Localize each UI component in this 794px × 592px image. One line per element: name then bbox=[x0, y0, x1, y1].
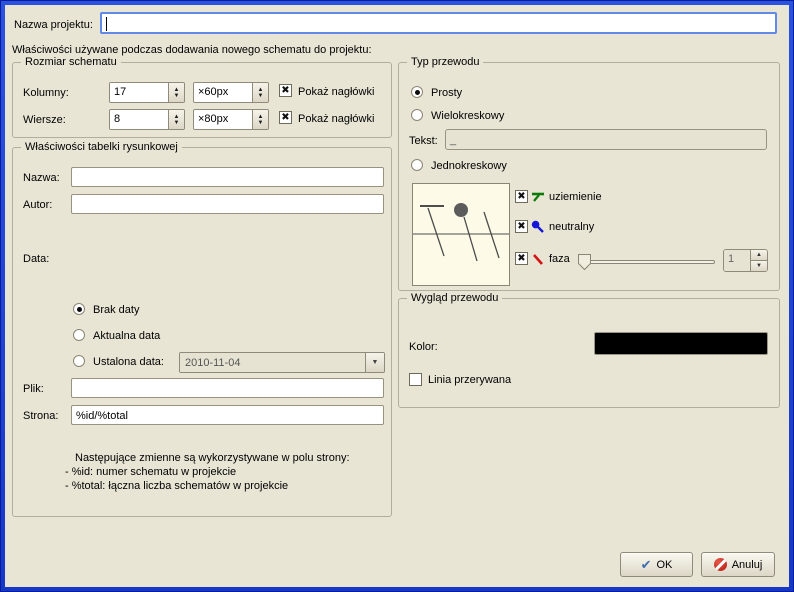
radio-fixed-date[interactable] bbox=[73, 355, 85, 367]
rows-height-spin-buttons[interactable]: ▲ ▼ bbox=[252, 110, 268, 129]
titleblock-date-label: Data: bbox=[23, 252, 49, 266]
columns-count-value: 17 bbox=[110, 83, 168, 102]
columns-count-spin-buttons[interactable]: ▲ ▼ bbox=[168, 83, 184, 102]
titleblock-name-input[interactable] bbox=[71, 167, 384, 187]
spin-down-icon[interactable]: ▼ bbox=[258, 93, 264, 99]
titleblock-group: Właściwości tabelki rysunkowej Nazwa: Au… bbox=[12, 147, 392, 517]
conductor-text-value: _ bbox=[450, 134, 456, 146]
cancel-icon bbox=[714, 558, 727, 571]
cancel-button-label: Anuluj bbox=[732, 559, 763, 571]
spin-up-icon[interactable]: ▲ bbox=[751, 250, 767, 261]
rows-height-spinbox[interactable]: ×80px ▲ ▼ bbox=[193, 109, 269, 130]
neutral-checkbox[interactable]: ✖ bbox=[515, 220, 528, 233]
color-label: Kolor: bbox=[409, 340, 438, 354]
neutral-label[interactable]: neutralny bbox=[549, 220, 594, 234]
radio-simple-conductor[interactable] bbox=[411, 86, 423, 98]
dashed-line-label[interactable]: Linia przerywana bbox=[428, 373, 511, 387]
page-label: Strona: bbox=[23, 409, 58, 423]
columns-width-spinbox[interactable]: ×60px ▲ ▼ bbox=[193, 82, 269, 103]
page-value: %id/%total bbox=[76, 410, 128, 422]
columns-label: Kolumny: bbox=[23, 86, 69, 100]
radio-simple-label[interactable]: Prosty bbox=[431, 86, 462, 100]
neutral-icon bbox=[531, 220, 545, 234]
project-name-input[interactable] bbox=[100, 12, 777, 34]
spin-down-icon[interactable]: ▼ bbox=[174, 93, 180, 99]
singleline-preview bbox=[412, 183, 510, 286]
page-input[interactable]: %id/%total bbox=[71, 405, 384, 425]
radio-current-date[interactable] bbox=[73, 329, 85, 341]
titleblock-title: Właściwości tabelki rysunkowej bbox=[21, 140, 182, 155]
fixed-date-combo[interactable]: 2010-11-04 ▼ bbox=[179, 352, 385, 373]
columns-show-headers-checkbox[interactable]: ✖ bbox=[279, 84, 292, 97]
conductor-type-title: Typ przewodu bbox=[407, 55, 483, 70]
phase-count-spin-buttons[interactable]: ▲ ▼ bbox=[750, 250, 767, 271]
radio-multiline-conductor[interactable] bbox=[411, 109, 423, 121]
ok-button-label: OK bbox=[657, 559, 673, 571]
phase-count-spinbox[interactable]: 1 ▲ ▼ bbox=[723, 249, 768, 272]
schematic-size-title: Rozmiar schematu bbox=[21, 55, 121, 70]
page-help-line2: - %id: numer schematu w projekcie bbox=[65, 465, 236, 479]
conductor-type-group: Typ przewodu Prosty Wielokreskowy Tekst:… bbox=[398, 62, 780, 291]
page-help-line3: - %total: łączna liczba schematów w proj… bbox=[65, 479, 288, 493]
columns-width-value: ×60px bbox=[194, 83, 252, 102]
file-label: Plik: bbox=[23, 382, 44, 396]
rows-show-headers-checkbox[interactable]: ✖ bbox=[279, 111, 292, 124]
checkbox-x-icon: ✖ bbox=[517, 254, 525, 264]
columns-show-headers-label[interactable]: Pokaż nagłówki bbox=[298, 85, 374, 99]
rows-count-spinbox[interactable]: 8 ▲ ▼ bbox=[109, 109, 185, 130]
radio-no-date-label[interactable]: Brak daty bbox=[93, 303, 139, 317]
columns-count-spinbox[interactable]: 17 ▲ ▼ bbox=[109, 82, 185, 103]
radio-multiline-label[interactable]: Wielokreskowy bbox=[431, 109, 504, 123]
spin-down-icon[interactable]: ▼ bbox=[174, 120, 180, 126]
ground-label[interactable]: uziemienie bbox=[549, 190, 602, 204]
rows-height-value: ×80px bbox=[194, 110, 252, 129]
checkbox-x-icon: ✖ bbox=[517, 222, 525, 232]
file-input[interactable] bbox=[71, 378, 384, 398]
text-caret bbox=[106, 17, 107, 31]
conductor-look-title: Wygląd przewodu bbox=[407, 291, 502, 306]
phase-label[interactable]: faza bbox=[549, 252, 570, 266]
cancel-button[interactable]: Anuluj bbox=[701, 552, 775, 577]
checkbox-x-icon: ✖ bbox=[281, 113, 289, 123]
columns-width-spin-buttons[interactable]: ▲ ▼ bbox=[252, 83, 268, 102]
titleblock-author-label: Autor: bbox=[23, 198, 52, 212]
project-name-label: Nazwa projektu: bbox=[14, 18, 93, 32]
radio-singleline-label[interactable]: Jednokreskowy bbox=[431, 159, 507, 173]
spin-down-icon[interactable]: ▼ bbox=[751, 261, 767, 271]
phase-count-slider-handle[interactable] bbox=[577, 253, 592, 271]
dropdown-arrow-icon[interactable]: ▼ bbox=[365, 353, 384, 372]
ok-check-icon: ✔ bbox=[641, 558, 652, 571]
phase-count-value: 1 bbox=[724, 250, 750, 271]
schematic-size-group: Rozmiar schematu Kolumny: 17 ▲ ▼ ×60px ▲… bbox=[12, 62, 392, 138]
phase-checkbox[interactable]: ✖ bbox=[515, 252, 528, 265]
phase-icon bbox=[531, 252, 545, 266]
radio-fixed-date-label[interactable]: Ustalona data: bbox=[93, 355, 164, 369]
project-properties-dialog: Nazwa projektu: Właściwości używane podc… bbox=[5, 5, 789, 587]
titleblock-name-label: Nazwa: bbox=[23, 171, 60, 185]
conductor-color-button[interactable] bbox=[594, 332, 768, 355]
fixed-date-value: 2010-11-04 bbox=[180, 353, 365, 372]
radio-current-date-label[interactable]: Aktualna data bbox=[93, 329, 160, 343]
rows-count-value: 8 bbox=[110, 110, 168, 129]
radio-singleline-conductor[interactable] bbox=[411, 159, 423, 171]
checkbox-x-icon: ✖ bbox=[517, 192, 525, 202]
conductor-look-group: Wygląd przewodu Kolor: Linia przerywana bbox=[398, 298, 780, 408]
phase-count-slider-groove[interactable] bbox=[585, 260, 715, 264]
checkbox-x-icon: ✖ bbox=[281, 86, 289, 96]
spin-down-icon[interactable]: ▼ bbox=[258, 120, 264, 126]
rows-count-spin-buttons[interactable]: ▲ ▼ bbox=[168, 110, 184, 129]
ground-checkbox[interactable]: ✖ bbox=[515, 190, 528, 203]
radio-no-date[interactable] bbox=[73, 303, 85, 315]
window-frame: Nazwa projektu: Właściwości używane podc… bbox=[0, 0, 794, 592]
titleblock-author-input[interactable] bbox=[71, 194, 384, 214]
page-help-line1: Następujące zmienne są wykorzystywane w … bbox=[75, 451, 350, 465]
ground-icon bbox=[531, 190, 545, 204]
conductor-text-label: Tekst: bbox=[409, 134, 438, 148]
rows-label: Wiersze: bbox=[23, 113, 66, 127]
dashed-line-checkbox[interactable] bbox=[409, 373, 422, 386]
rows-show-headers-label[interactable]: Pokaż nagłówki bbox=[298, 112, 374, 126]
singleline-preview-drawing bbox=[413, 184, 509, 285]
ok-button[interactable]: ✔ OK bbox=[620, 552, 693, 577]
conductor-text-input[interactable]: _ bbox=[445, 129, 767, 150]
